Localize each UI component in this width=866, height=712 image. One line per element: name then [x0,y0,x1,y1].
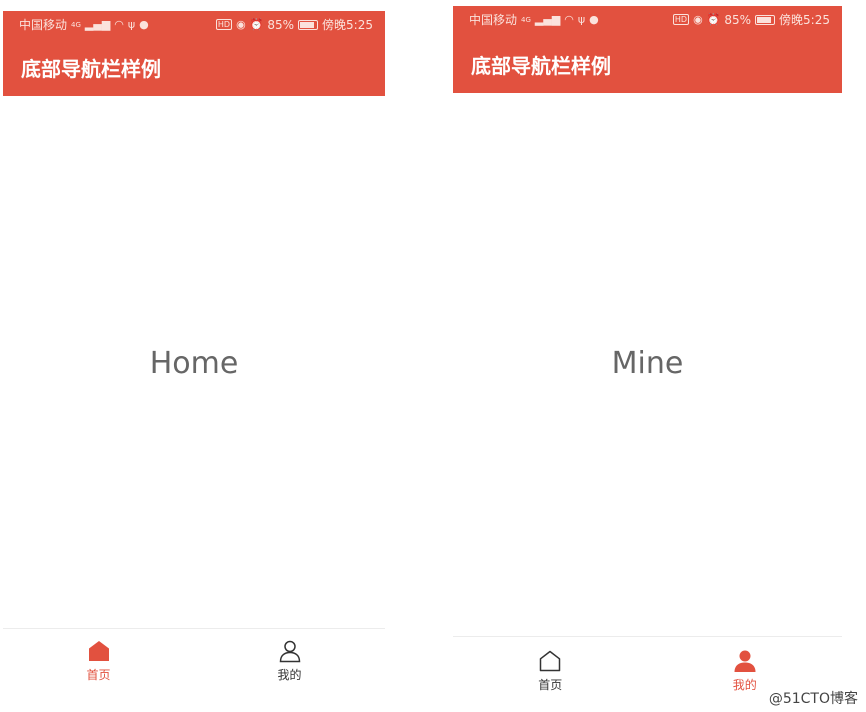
person-icon [279,640,300,663]
alarm-icon: ⏰ [706,12,721,26]
signal-icon: 4G [521,15,531,24]
eye-icon: ◉ [236,17,246,31]
battery-icon [298,19,319,30]
nav-label-mine: 我的 [732,678,757,692]
signal-icon: 4G [71,20,81,29]
home-icon [88,641,109,661]
hd-icon: HD [215,19,233,30]
carrier-label: 中国移动 [19,18,68,32]
usb-icon: ψ [577,12,586,26]
watermark: @51CTO博客 [768,691,858,707]
app-notification-icon: ● [139,17,149,31]
cell-signal-icon: ▂▄▆ [534,12,561,26]
nav-label-home: 首页 [538,678,563,692]
cell-signal-icon: ▂▄▆ [84,17,111,31]
content-label: Home [149,346,239,381]
battery-fill [757,16,771,23]
app-notification-icon: ● [589,12,599,26]
status-bar: 中国移动 4G ▂▄▆ ◠ ψ ● HD ◉ ⏰ 85% 傍晚5:25 [3,14,385,34]
wifi-icon: ◠ [114,17,124,31]
battery-percent: 85% [724,12,752,27]
phone-screen-home: 中国移动 4G ▂▄▆ ◠ ψ ● HD ◉ ⏰ 85% 傍晚5:25 底部导航… [3,11,385,702]
nav-label-home: 首页 [86,668,111,682]
eye-icon: ◉ [693,12,703,26]
carrier-label: 中国移动 [469,13,518,27]
page-title: 底部导航栏样例 [471,54,611,78]
phone-screen-mine: 中国移动 4G ▂▄▆ ◠ ψ ● HD ◉ ⏰ 85% 傍晚5:25 底部导航… [453,6,842,697]
page-title: 底部导航栏样例 [21,57,161,81]
battery-icon [755,14,776,25]
alarm-icon: ⏰ [249,17,264,31]
usb-icon: ψ [127,17,136,31]
hd-icon: HD [672,14,690,25]
nav-item-mine[interactable]: 我的 [194,629,385,702]
nav-label-mine: 我的 [277,668,302,682]
app-bar: 中国移动 4G ▂▄▆ ◠ ψ ● HD ◉ ⏰ 85% 傍晚5:25 底部导航… [3,11,385,96]
battery-fill [300,21,314,28]
status-bar: 中国移动 4G ▂▄▆ ◠ ψ ● HD ◉ ⏰ 85% 傍晚5:25 [453,9,842,29]
status-time: 傍晚5:25 [779,13,830,27]
wifi-icon: ◠ [564,12,574,26]
home-icon [540,650,561,672]
bottom-nav: 首页 我的 [3,628,385,702]
person-icon [734,650,756,672]
nav-item-home[interactable]: 首页 [453,637,648,697]
status-time: 傍晚5:25 [322,18,373,32]
nav-item-home[interactable]: 首页 [3,629,194,702]
app-bar: 中国移动 4G ▂▄▆ ◠ ψ ● HD ◉ ⏰ 85% 傍晚5:25 底部导航… [453,6,842,93]
content-label: Mine [611,346,684,381]
battery-percent: 85% [267,17,295,32]
